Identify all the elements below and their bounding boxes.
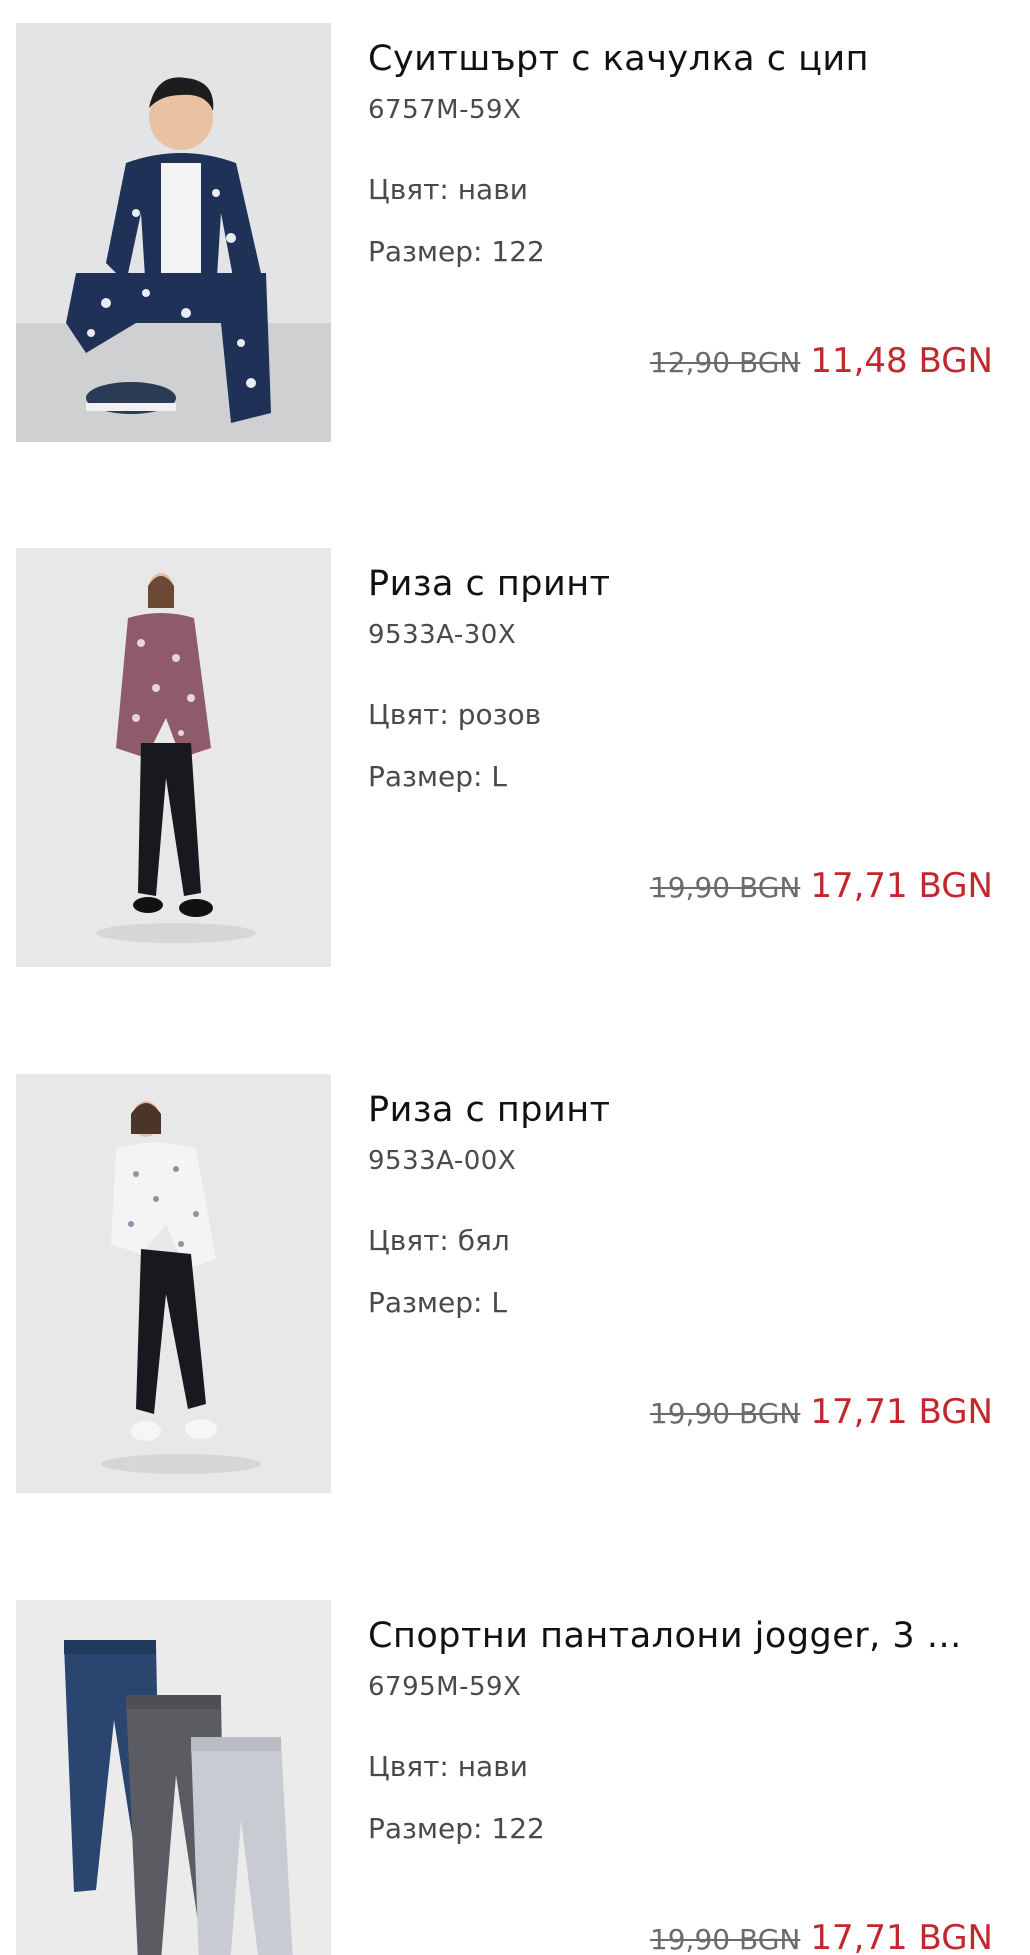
cart-item-list: Суитшърт с качулка с цип 6757M-59X Цвят:… (0, 0, 1030, 1955)
product-color: Цвят: бял (368, 1224, 510, 1257)
cart-item[interactable]: Суитшърт с качулка с цип 6757M-59X Цвят:… (0, 23, 1030, 443)
product-image[interactable] (16, 23, 331, 442)
product-sku: 9533A-30X (368, 620, 517, 650)
product-title[interactable]: Спортни панталони jogger, 3 ... (368, 1616, 993, 1656)
product-image[interactable] (16, 1600, 331, 1955)
old-price: 19,90 BGN (649, 1397, 801, 1430)
cart-item[interactable]: Риза с принт 9533A-30X Цвят: розов Разме… (0, 548, 1030, 968)
product-size: Размер: 122 (368, 1812, 545, 1845)
product-image[interactable] (16, 548, 331, 967)
product-info: Риза с принт 9533A-00X Цвят: бял Размер:… (368, 1074, 993, 1493)
product-color: Цвят: нави (368, 173, 528, 206)
sale-price: 17,71 BGN (810, 866, 993, 906)
product-image[interactable] (16, 1074, 331, 1493)
product-color: Цвят: розов (368, 698, 542, 731)
product-title[interactable]: Риза с принт (368, 1090, 993, 1130)
cart-item[interactable]: Риза с принт 9533A-00X Цвят: бял Размер:… (0, 1074, 1030, 1494)
product-size: Размер: L (368, 1286, 507, 1319)
price-block: 12,90 BGN 11,48 BGN (650, 341, 993, 381)
old-price: 19,90 BGN (649, 871, 801, 904)
sale-price: 11,48 BGN (810, 341, 993, 381)
product-info: Суитшърт с качулка с цип 6757M-59X Цвят:… (368, 23, 993, 442)
product-sku: 9533A-00X (368, 1146, 517, 1176)
product-title[interactable]: Риза с принт (368, 564, 993, 604)
cart-item[interactable]: Спортни панталони jogger, 3 ... 6795M-59… (0, 1600, 1030, 1955)
old-price: 12,90 BGN (649, 346, 801, 379)
product-size: Размер: L (368, 760, 507, 793)
price-block: 19,90 BGN 17,71 BGN (650, 866, 993, 906)
sale-price: 17,71 BGN (810, 1392, 993, 1432)
sale-price: 17,71 BGN (810, 1918, 993, 1955)
product-sku: 6795M-59X (368, 1672, 522, 1702)
old-price: 19,90 BGN (649, 1923, 801, 1955)
product-title[interactable]: Суитшърт с качулка с цип (368, 39, 993, 79)
product-info: Спортни панталони jogger, 3 ... 6795M-59… (368, 1600, 993, 1955)
product-size: Размер: 122 (368, 235, 545, 268)
product-info: Риза с принт 9533A-30X Цвят: розов Разме… (368, 548, 993, 967)
price-block: 19,90 BGN 17,71 BGN (650, 1918, 993, 1955)
price-block: 19,90 BGN 17,71 BGN (650, 1392, 993, 1432)
product-color: Цвят: нави (368, 1750, 528, 1783)
product-sku: 6757M-59X (368, 95, 522, 125)
